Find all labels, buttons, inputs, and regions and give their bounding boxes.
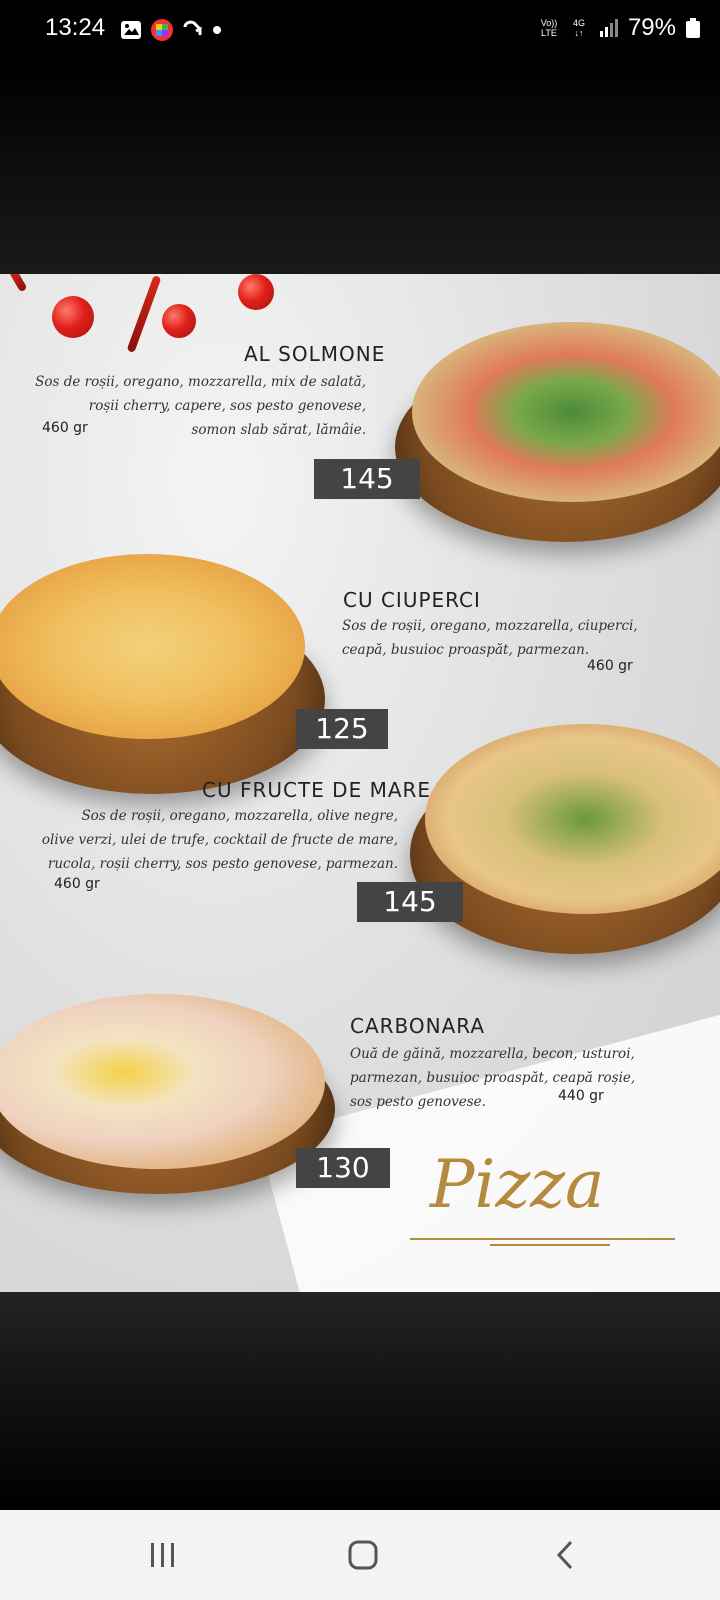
- home-icon: [348, 1540, 378, 1570]
- item-title: CU CIUPERCI: [343, 588, 481, 612]
- chili-pepper-icon: [8, 274, 28, 293]
- image-background-bottom: [0, 1292, 720, 1510]
- missed-call-icon: [183, 20, 202, 35]
- cherry-tomato-icon: [238, 274, 274, 310]
- item-price: 130: [296, 1148, 390, 1188]
- item-weight: 460 gr: [587, 658, 633, 674]
- item-title: AL SOLMONE: [244, 342, 386, 366]
- signal-icon: [599, 19, 618, 37]
- item-price: 125: [296, 709, 388, 749]
- back-icon: [556, 1540, 573, 1570]
- menu-footer-title: Pizza: [430, 1146, 605, 1223]
- battery-percent: 79%: [627, 14, 676, 41]
- notification-icons: [120, 18, 222, 42]
- pizza-menu-image[interactable]: AL SOLMONE Sos de roșii, oregano, mozzar…: [0, 274, 720, 1292]
- item-title: CARBONARA: [350, 1014, 486, 1038]
- gallery-icon: [121, 21, 141, 39]
- decorative-line: [410, 1238, 675, 1240]
- chili-pepper-icon: [126, 275, 162, 353]
- pizza-carbonara-image: [0, 994, 325, 1169]
- clock: 13:24: [45, 14, 106, 41]
- item-price: 145: [357, 882, 463, 922]
- volte-icon: Vo)) LTE: [540, 18, 558, 38]
- pizza-al-solmone-image: [412, 322, 720, 502]
- app-notification-icon: [151, 19, 173, 41]
- item-description: Sos de roșii, oregano, mozzarella, ciupe…: [342, 618, 638, 658]
- system-indicators: Vo)) LTE 4G ↓↑ 79%: [538, 14, 700, 42]
- recent-apps-button[interactable]: [133, 1532, 193, 1578]
- back-button[interactable]: [535, 1532, 595, 1578]
- item-description: Sos de roșii, oregano, mozzarella, olive…: [41, 808, 398, 872]
- item-price: 145: [314, 459, 420, 499]
- status-bar: 13:24 Vo)) LTE 4G ↓↑ 79%: [0, 0, 720, 64]
- recent-apps-icon: [151, 1543, 174, 1567]
- decorative-line: [490, 1244, 610, 1246]
- pizza-cu-ciuperci-image: [0, 554, 305, 739]
- item-weight: 460 gr: [42, 420, 88, 436]
- more-notifications-dot-icon: [213, 26, 221, 34]
- home-button[interactable]: [333, 1532, 393, 1578]
- item-weight: 460 gr: [54, 876, 100, 892]
- item-title: CU FRUCTE DE MARE: [202, 778, 432, 802]
- battery-icon: [686, 18, 700, 38]
- item-weight: 440 gr: [558, 1088, 604, 1104]
- cherry-tomato-icon: [162, 304, 196, 338]
- cherry-tomato-icon: [52, 296, 94, 338]
- image-background-top: [0, 64, 720, 274]
- network-type-icon: 4G ↓↑: [572, 18, 585, 38]
- navigation-bar: [0, 1510, 720, 1600]
